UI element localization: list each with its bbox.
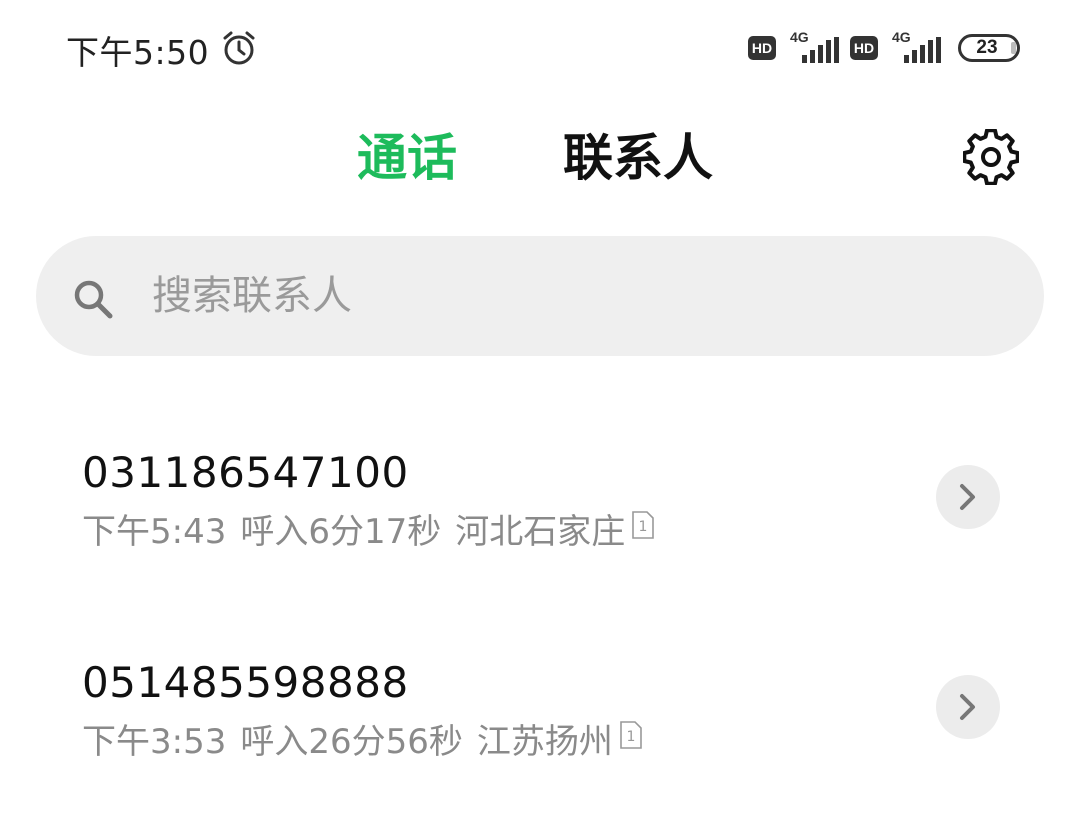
call-type-duration: 呼入26分56秒: [240, 722, 463, 762]
call-meta: 下午3:53 呼入26分56秒 江苏扬州 1: [82, 714, 643, 763]
chevron-right-icon: [960, 694, 975, 720]
call-type-duration: 呼入6分17秒: [240, 512, 442, 552]
status-bar: 下午5:50 HD 4G HD 4G 23: [0, 0, 1080, 96]
call-location: 河北石家庄: [455, 512, 626, 552]
call-detail-button[interactable]: [936, 675, 1000, 739]
chevron-right-icon: [960, 484, 975, 510]
signal-bars-icon: [904, 37, 941, 63]
signal-sim2: 4G: [886, 29, 944, 65]
sim-card-icon: 1: [620, 720, 642, 749]
call-number: 051485598888: [82, 658, 409, 707]
hd-badge-sim1: HD: [748, 36, 776, 60]
signal-bars-icon: [802, 37, 839, 63]
sim-number: 1: [639, 519, 648, 535]
alarm-clock-icon: [223, 31, 255, 65]
settings-button[interactable]: [958, 124, 1024, 190]
battery-indicator: 23: [958, 34, 1020, 62]
hd-badge-sim2: HD: [850, 36, 878, 60]
sim-number: 1: [626, 729, 635, 745]
list-item[interactable]: 051485598888 下午3:53 呼入26分56秒 江苏扬州 1: [0, 658, 1080, 838]
call-number: 031186547100: [82, 448, 409, 497]
call-time: 下午5:43: [82, 512, 227, 552]
call-detail-button[interactable]: [936, 465, 1000, 529]
call-time: 下午3:53: [82, 722, 227, 762]
search-input[interactable]: [152, 266, 952, 326]
battery-level: 23: [976, 37, 998, 58]
call-location: 江苏扬州: [476, 722, 613, 762]
signal-sim1: 4G: [784, 29, 842, 65]
call-meta: 下午5:43 呼入6分17秒 河北石家庄 1: [82, 504, 655, 553]
list-item[interactable]: 031186547100 下午5:43 呼入6分17秒 河北石家庄 1: [0, 448, 1080, 628]
gear-icon: [963, 129, 1019, 185]
tab-contacts[interactable]: 联系人: [563, 128, 713, 188]
sim-card-icon: 1: [632, 510, 655, 539]
status-indicators: HD 4G HD 4G 23: [748, 28, 1020, 68]
tab-calls[interactable]: 通话: [357, 128, 457, 188]
search-icon: [74, 280, 113, 319]
status-time: 下午5:50: [66, 33, 210, 72]
top-tabs: 通话 联系人: [0, 118, 1080, 198]
